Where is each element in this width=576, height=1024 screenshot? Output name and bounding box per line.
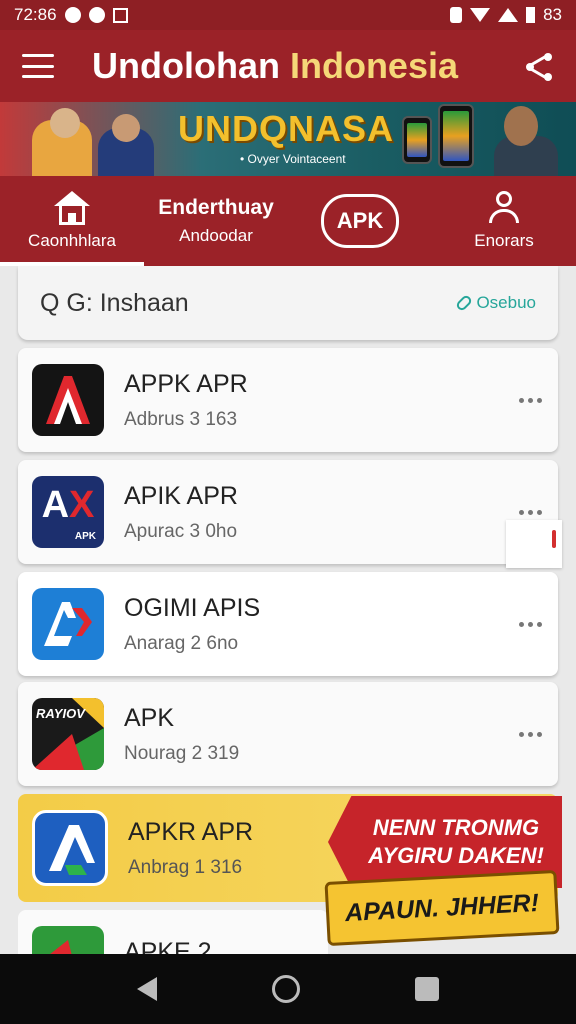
- app-name: APKR APR: [128, 817, 254, 846]
- home-button-icon[interactable]: [271, 975, 300, 1003]
- vibrate-icon: [450, 7, 463, 23]
- apk-badge: APK: [321, 194, 399, 248]
- tab-profile[interactable]: Enorars: [432, 176, 576, 266]
- app-text: APK Nourag 2 319: [124, 704, 239, 765]
- search-action-link[interactable]: Osebuo: [455, 293, 536, 313]
- status-bar: 72:86 83: [0, 0, 576, 30]
- app-text: APPK APR Adbrus 3 163: [124, 370, 248, 431]
- person-illustration: [112, 114, 140, 142]
- search-query: Q G: Inshaan: [40, 288, 189, 317]
- app-icon: AX APK: [32, 476, 104, 548]
- notification-icon: [64, 7, 81, 23]
- promo-banner[interactable]: UNDQNASA • Ovyer Vointaceent: [0, 102, 576, 176]
- back-icon[interactable]: [137, 977, 158, 1001]
- list-item[interactable]: RAYIOV APK Nourag 2 319: [18, 682, 558, 786]
- app-title-accent: Indonesia: [289, 45, 458, 86]
- more-options-icon[interactable]: [519, 397, 542, 403]
- search-bar[interactable]: Q G: Inshaan Osebuo: [18, 266, 558, 340]
- promo-line-1: NENN TRONMG: [372, 815, 540, 840]
- signal-icon: [498, 8, 519, 22]
- app-logo-ap: [44, 602, 92, 646]
- battery-icon: [526, 7, 536, 23]
- app-name: OGIMI APIS: [124, 593, 261, 622]
- app-meta: Nourag 2 319: [124, 742, 240, 764]
- list-item[interactable]: OGIMI APIS Anarag 2 6no: [18, 572, 558, 676]
- wifi-icon: [470, 8, 491, 22]
- user-icon: [488, 191, 520, 225]
- clip-icon: [455, 293, 474, 313]
- promo-cta-button[interactable]: APAUN. JHHER!: [324, 869, 560, 947]
- app-name: APPK APR: [124, 369, 248, 398]
- banner-title: UNDQNASA: [178, 108, 395, 149]
- banner-subtitle: • Ovyer Vointaceent: [240, 152, 346, 166]
- app-logo-delta: [49, 825, 95, 875]
- app-meta: Adbrus 3 163: [124, 408, 238, 430]
- tab-profile-label: Enorars: [474, 231, 534, 250]
- phone-image: [438, 104, 474, 168]
- person-illustration: [504, 106, 538, 146]
- app-icon-tag: APK: [74, 531, 96, 542]
- app-title: Undolohan Indonesia: [92, 45, 458, 87]
- battery-level: 83: [543, 5, 562, 24]
- app-meta: Anarag 2 6no: [124, 632, 239, 654]
- app-icon-tag: RAYIOV: [36, 706, 85, 721]
- home-icon: [54, 191, 90, 225]
- app-title-main: Undolohan: [92, 45, 290, 86]
- app-meta: Anbrag 1 316: [128, 856, 243, 878]
- app-notification-icon: [112, 7, 128, 23]
- status-right: 83: [450, 5, 562, 25]
- app-meta: Apurac 3 0ho: [124, 520, 238, 542]
- nav-tabs: Caonhhlara Enderthuay Andoodar APK Enora…: [0, 176, 576, 266]
- tab-apk[interactable]: APK: [288, 176, 432, 266]
- app-icon: [32, 810, 108, 886]
- app-icon: RAYIOV: [32, 698, 104, 770]
- recents-icon[interactable]: [414, 977, 439, 1001]
- phone-image: [402, 116, 432, 164]
- search-action-label: Osebuo: [476, 293, 536, 312]
- app-bar: Undolohan Indonesia: [0, 30, 576, 102]
- promo-line-2: AYGIRU DAKEN!: [368, 843, 544, 868]
- menu-icon[interactable]: [22, 54, 54, 78]
- tab-categories[interactable]: Enderthuay Andoodar: [144, 176, 288, 266]
- tab-home[interactable]: Caonhhlara: [0, 176, 144, 266]
- tab-categories-label: Andoodar: [179, 226, 253, 245]
- system-nav-bar: [0, 954, 576, 1024]
- app-name: APK: [124, 703, 175, 732]
- sync-icon: [88, 7, 105, 23]
- tab-categories-title: Enderthuay: [158, 196, 274, 219]
- scroll-handle[interactable]: [506, 520, 562, 568]
- app-text: APKR APR Anbrag 1 316: [128, 818, 253, 879]
- more-options-icon[interactable]: [519, 731, 542, 737]
- tab-home-label: Caonhhlara: [28, 231, 116, 250]
- list-item[interactable]: APKE 2: [18, 910, 328, 960]
- list-item[interactable]: AX APK APIK APR Apurac 3 0ho: [18, 460, 558, 564]
- more-options-icon[interactable]: [519, 509, 542, 515]
- app-text: OGIMI APIS Anarag 2 6no: [124, 594, 260, 655]
- more-options-icon[interactable]: [519, 621, 542, 627]
- person-illustration: [50, 108, 80, 138]
- app-logo-a: [46, 376, 90, 424]
- app-name: APIK APR: [124, 481, 238, 510]
- app-icon: [32, 364, 104, 436]
- list-item[interactable]: APPK APR Adbrus 3 163: [18, 348, 558, 452]
- share-icon[interactable]: [524, 51, 554, 81]
- status-time: 72:86: [14, 5, 57, 24]
- status-left: 72:86: [14, 5, 128, 25]
- app-text: APIK APR Apurac 3 0ho: [124, 482, 238, 543]
- app-icon: [32, 588, 104, 660]
